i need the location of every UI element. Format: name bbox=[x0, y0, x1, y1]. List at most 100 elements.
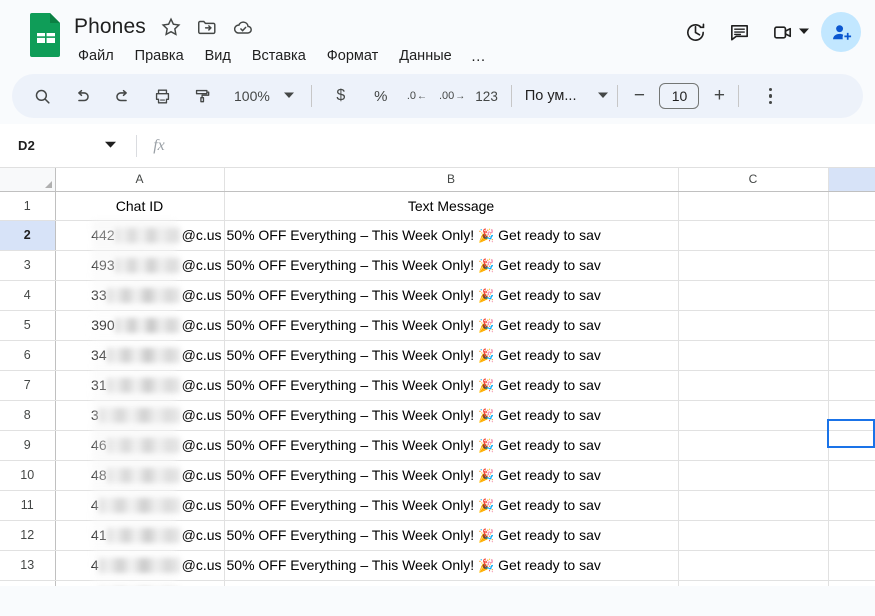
cell-b13[interactable]: 50% OFF Everything – This Week Only! 🎉 G… bbox=[224, 550, 678, 580]
cell-a5[interactable]: 390@c.us bbox=[55, 310, 224, 340]
cell-b12[interactable]: 50% OFF Everything – This Week Only! 🎉 G… bbox=[224, 520, 678, 550]
font-size-input[interactable]: 10 bbox=[659, 83, 699, 109]
font-size-decrease-button[interactable]: − bbox=[629, 85, 649, 107]
comment-icon[interactable] bbox=[719, 12, 759, 52]
cell-b2[interactable]: 50% OFF Everything – This Week Only! 🎉 G… bbox=[224, 220, 678, 250]
row-header-5[interactable]: 5 bbox=[0, 310, 55, 340]
menu-item-view[interactable]: Вид bbox=[203, 47, 233, 65]
cloud-saved-icon[interactable] bbox=[232, 16, 254, 38]
cell-a7[interactable]: 31@c.us bbox=[55, 370, 224, 400]
cell-a8[interactable]: 3@c.us bbox=[55, 400, 224, 430]
row-header-11[interactable]: 11 bbox=[0, 490, 55, 520]
cell-c5[interactable] bbox=[678, 310, 828, 340]
cell-b11[interactable]: 50% OFF Everything – This Week Only! 🎉 G… bbox=[224, 490, 678, 520]
font-name-dropdown[interactable]: По ум... bbox=[525, 88, 609, 104]
menu-overflow-button[interactable]: … bbox=[471, 48, 487, 65]
menu-item-edit[interactable]: Правка bbox=[133, 47, 186, 65]
cell-c9[interactable] bbox=[678, 430, 828, 460]
column-header-d[interactable] bbox=[828, 168, 875, 191]
cell-c6[interactable] bbox=[678, 340, 828, 370]
format-percent-button[interactable]: % bbox=[366, 81, 396, 111]
cell-a14[interactable]: 4@c.us bbox=[55, 580, 224, 586]
menu-item-data[interactable]: Данные bbox=[397, 47, 453, 65]
cell-a6[interactable]: 34@c.us bbox=[55, 340, 224, 370]
redo-icon[interactable] bbox=[107, 81, 137, 111]
cell-b9[interactable]: 50% OFF Everything – This Week Only! 🎉 G… bbox=[224, 430, 678, 460]
caret-down-icon[interactable] bbox=[105, 137, 116, 155]
cell-a1[interactable]: Chat ID bbox=[55, 191, 224, 220]
cell-b14[interactable]: 50% OFF Everything – This Week Only! 🎉 G… bbox=[224, 580, 678, 586]
cell-d6[interactable] bbox=[828, 340, 875, 370]
row-header-3[interactable]: 3 bbox=[0, 250, 55, 280]
row-header-2[interactable]: 2 bbox=[0, 220, 55, 250]
caret-down-icon[interactable] bbox=[799, 23, 809, 41]
cell-c14[interactable] bbox=[678, 580, 828, 586]
row-header-6[interactable]: 6 bbox=[0, 340, 55, 370]
row-header-10[interactable]: 10 bbox=[0, 460, 55, 490]
column-header-c[interactable]: C bbox=[678, 168, 828, 191]
cell-d2[interactable] bbox=[828, 220, 875, 250]
cell-b1[interactable]: Text Message bbox=[224, 191, 678, 220]
print-icon[interactable] bbox=[147, 81, 177, 111]
cell-a13[interactable]: 4@c.us bbox=[55, 550, 224, 580]
increase-decimal-button[interactable]: .00 → bbox=[439, 91, 465, 102]
select-all-corner[interactable] bbox=[0, 168, 55, 191]
cell-d3[interactable] bbox=[828, 250, 875, 280]
cell-d8[interactable] bbox=[828, 400, 875, 430]
cell-b7[interactable]: 50% OFF Everything – This Week Only! 🎉 G… bbox=[224, 370, 678, 400]
cell-d7[interactable] bbox=[828, 370, 875, 400]
menu-item-file[interactable]: Файл bbox=[76, 47, 116, 65]
font-size-increase-button[interactable]: + bbox=[709, 85, 729, 107]
row-header-14[interactable]: 14 bbox=[0, 580, 55, 586]
row-header-9[interactable]: 9 bbox=[0, 430, 55, 460]
row-header-7[interactable]: 7 bbox=[0, 370, 55, 400]
cell-d1[interactable] bbox=[828, 191, 875, 220]
share-add-person-icon[interactable] bbox=[821, 12, 861, 52]
cell-c11[interactable] bbox=[678, 490, 828, 520]
cell-a2[interactable]: 442@c.us bbox=[55, 220, 224, 250]
star-icon[interactable] bbox=[160, 16, 182, 38]
cell-d5[interactable] bbox=[828, 310, 875, 340]
name-box[interactable]: D2 bbox=[0, 124, 136, 167]
version-history-icon[interactable] bbox=[675, 12, 715, 52]
cell-b6[interactable]: 50% OFF Everything – This Week Only! 🎉 G… bbox=[224, 340, 678, 370]
undo-icon[interactable] bbox=[67, 81, 97, 111]
paint-format-icon[interactable] bbox=[187, 81, 217, 111]
move-to-folder-icon[interactable] bbox=[196, 16, 218, 38]
cell-a12[interactable]: 41@c.us bbox=[55, 520, 224, 550]
cell-d11[interactable] bbox=[828, 490, 875, 520]
cell-b8[interactable]: 50% OFF Everything – This Week Only! 🎉 G… bbox=[224, 400, 678, 430]
cell-d13[interactable] bbox=[828, 550, 875, 580]
row-header-8[interactable]: 8 bbox=[0, 400, 55, 430]
row-header-4[interactable]: 4 bbox=[0, 280, 55, 310]
cell-b3[interactable]: 50% OFF Everything – This Week Only! 🎉 G… bbox=[224, 250, 678, 280]
cell-c7[interactable] bbox=[678, 370, 828, 400]
page-title[interactable]: Phones bbox=[74, 15, 146, 39]
google-sheets-logo[interactable] bbox=[28, 12, 64, 58]
cell-a10[interactable]: 48@c.us bbox=[55, 460, 224, 490]
cell-a4[interactable]: 33@c.us bbox=[55, 280, 224, 310]
format-currency-button[interactable]: $ bbox=[326, 81, 356, 111]
cell-a11[interactable]: 4@c.us bbox=[55, 490, 224, 520]
cell-b5[interactable]: 50% OFF Everything – This Week Only! 🎉 G… bbox=[224, 310, 678, 340]
more-options-icon[interactable] bbox=[756, 81, 784, 111]
row-header-13[interactable]: 13 bbox=[0, 550, 55, 580]
cell-c10[interactable] bbox=[678, 460, 828, 490]
cell-d4[interactable] bbox=[828, 280, 875, 310]
cell-b10[interactable]: 50% OFF Everything – This Week Only! 🎉 G… bbox=[224, 460, 678, 490]
search-icon[interactable] bbox=[27, 81, 57, 111]
cell-c2[interactable] bbox=[678, 220, 828, 250]
decrease-decimal-button[interactable]: .0 ← bbox=[407, 91, 427, 102]
cell-c1[interactable] bbox=[678, 191, 828, 220]
cell-d9[interactable] bbox=[828, 430, 875, 460]
cell-d14[interactable] bbox=[828, 580, 875, 586]
menu-item-format[interactable]: Формат bbox=[325, 47, 381, 65]
cell-c8[interactable] bbox=[678, 400, 828, 430]
cell-b4[interactable]: 50% OFF Everything – This Week Only! 🎉 G… bbox=[224, 280, 678, 310]
column-header-a[interactable]: A bbox=[55, 168, 224, 191]
zoom-dropdown[interactable]: 100% bbox=[234, 87, 294, 105]
more-formats-button[interactable]: 123 bbox=[471, 89, 502, 104]
row-header-12[interactable]: 12 bbox=[0, 520, 55, 550]
formula-input[interactable] bbox=[181, 124, 875, 167]
cell-c13[interactable] bbox=[678, 550, 828, 580]
